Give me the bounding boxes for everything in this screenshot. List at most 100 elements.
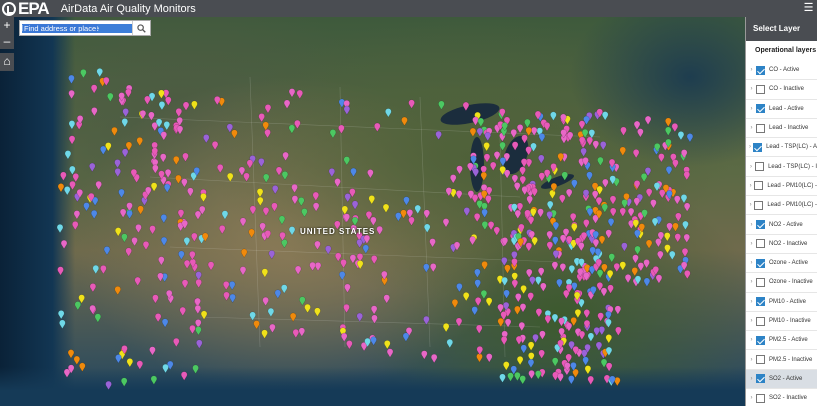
- monitor-marker[interactable]: [57, 183, 65, 193]
- monitor-marker[interactable]: [476, 127, 484, 138]
- monitor-marker[interactable]: [592, 140, 600, 150]
- monitor-marker[interactable]: [157, 272, 164, 282]
- monitor-marker[interactable]: [645, 239, 653, 249]
- monitor-marker[interactable]: [643, 259, 650, 269]
- monitor-marker[interactable]: [664, 232, 671, 242]
- monitor-marker[interactable]: [586, 171, 593, 181]
- monitor-marker[interactable]: [500, 336, 508, 346]
- monitor-marker[interactable]: [142, 241, 150, 251]
- monitor-marker[interactable]: [487, 221, 495, 231]
- monitor-marker[interactable]: [343, 156, 350, 166]
- monitor-marker[interactable]: [400, 209, 407, 219]
- monitor-marker[interactable]: [592, 238, 600, 249]
- monitor-marker[interactable]: [552, 221, 560, 232]
- monitor-marker[interactable]: [178, 250, 185, 260]
- monitor-marker[interactable]: [515, 335, 523, 346]
- monitor-marker[interactable]: [675, 212, 682, 222]
- monitor-marker[interactable]: [677, 131, 685, 141]
- monitor-marker[interactable]: [521, 186, 528, 196]
- layer-item[interactable]: › CO - Inactive: [746, 80, 817, 100]
- monitor-marker[interactable]: [546, 230, 553, 241]
- monitor-marker[interactable]: [356, 312, 363, 323]
- monitor-marker[interactable]: [501, 257, 508, 267]
- monitor-marker[interactable]: [271, 202, 278, 212]
- monitor-marker[interactable]: [430, 263, 437, 273]
- monitor-marker[interactable]: [288, 88, 296, 98]
- monitor-marker[interactable]: [429, 238, 436, 248]
- monitor-marker[interactable]: [650, 199, 657, 209]
- monitor-marker[interactable]: [73, 355, 81, 366]
- monitor-marker[interactable]: [401, 116, 408, 127]
- monitor-marker[interactable]: [371, 255, 378, 265]
- monitor-marker[interactable]: [203, 134, 210, 144]
- monitor-marker[interactable]: [181, 279, 189, 289]
- monitor-marker[interactable]: [497, 303, 504, 314]
- monitor-marker[interactable]: [72, 221, 79, 231]
- layer-item[interactable]: › NO2 - Active: [746, 215, 817, 235]
- monitor-marker[interactable]: [593, 327, 600, 337]
- chevron-right-icon[interactable]: ›: [747, 279, 756, 285]
- monitor-marker[interactable]: [258, 113, 265, 123]
- monitor-marker[interactable]: [114, 286, 121, 296]
- monitor-marker[interactable]: [282, 151, 289, 162]
- monitor-marker[interactable]: [438, 100, 445, 110]
- monitor-marker[interactable]: [328, 168, 336, 178]
- monitor-marker[interactable]: [195, 326, 202, 336]
- chevron-right-icon[interactable]: ›: [747, 318, 756, 324]
- monitor-marker[interactable]: [243, 172, 250, 182]
- monitor-marker[interactable]: [527, 358, 535, 369]
- monitor-marker[interactable]: [525, 146, 532, 156]
- zoom-out-icon[interactable]: –: [0, 33, 14, 49]
- monitor-marker[interactable]: [658, 153, 665, 163]
- monitor-marker[interactable]: [346, 340, 353, 350]
- monitor-marker[interactable]: [666, 222, 673, 232]
- monitor-marker[interactable]: [682, 220, 689, 231]
- monitor-marker[interactable]: [643, 277, 651, 287]
- monitor-marker[interactable]: [126, 358, 134, 368]
- monitor-marker[interactable]: [296, 89, 303, 100]
- monitor-marker[interactable]: [158, 101, 166, 111]
- monitor-marker[interactable]: [634, 245, 641, 256]
- chevron-right-icon[interactable]: ›: [747, 260, 756, 266]
- monitor-marker[interactable]: [686, 133, 694, 143]
- monitor-marker[interactable]: [376, 225, 383, 236]
- monitor-marker[interactable]: [182, 101, 190, 111]
- monitor-marker[interactable]: [549, 189, 556, 200]
- monitor-marker[interactable]: [490, 161, 497, 172]
- monitor-marker[interactable]: [402, 332, 410, 342]
- monitor-marker[interactable]: [451, 299, 459, 309]
- monitor-marker[interactable]: [158, 89, 165, 99]
- layer-item[interactable]: › CO - Active: [746, 61, 817, 81]
- monitor-marker[interactable]: [125, 247, 132, 257]
- chevron-right-icon[interactable]: ›: [747, 125, 756, 131]
- monitor-marker[interactable]: [665, 126, 672, 136]
- layer-item[interactable]: › SO2 - Active: [746, 369, 817, 390]
- monitor-marker[interactable]: [619, 207, 626, 217]
- monitor-marker[interactable]: [469, 236, 476, 246]
- monitor-marker[interactable]: [645, 188, 653, 198]
- monitor-marker[interactable]: [637, 128, 644, 138]
- monitor-marker[interactable]: [525, 242, 533, 252]
- monitor-marker[interactable]: [671, 123, 679, 133]
- monitor-marker[interactable]: [60, 239, 68, 250]
- monitor-marker[interactable]: [191, 100, 198, 110]
- monitor-marker[interactable]: [557, 372, 564, 383]
- monitor-marker[interactable]: [476, 324, 483, 334]
- monitor-marker[interactable]: [374, 122, 381, 133]
- monitor-marker[interactable]: [274, 289, 282, 299]
- layer-checkbox[interactable]: [754, 181, 764, 191]
- monitor-marker[interactable]: [107, 92, 114, 103]
- monitor-marker[interactable]: [385, 108, 392, 118]
- monitor-marker[interactable]: [544, 315, 552, 325]
- monitor-marker[interactable]: [183, 237, 191, 247]
- monitor-marker[interactable]: [540, 282, 547, 292]
- monitor-marker[interactable]: [115, 354, 122, 364]
- monitor-marker[interactable]: [605, 318, 612, 329]
- monitor-marker[interactable]: [582, 356, 589, 366]
- monitor-marker[interactable]: [535, 308, 543, 318]
- monitor-marker[interactable]: [267, 307, 275, 318]
- monitor-marker[interactable]: [674, 195, 681, 205]
- monitor-marker[interactable]: [292, 329, 300, 339]
- monitor-marker[interactable]: [558, 317, 565, 327]
- monitor-marker[interactable]: [683, 233, 690, 244]
